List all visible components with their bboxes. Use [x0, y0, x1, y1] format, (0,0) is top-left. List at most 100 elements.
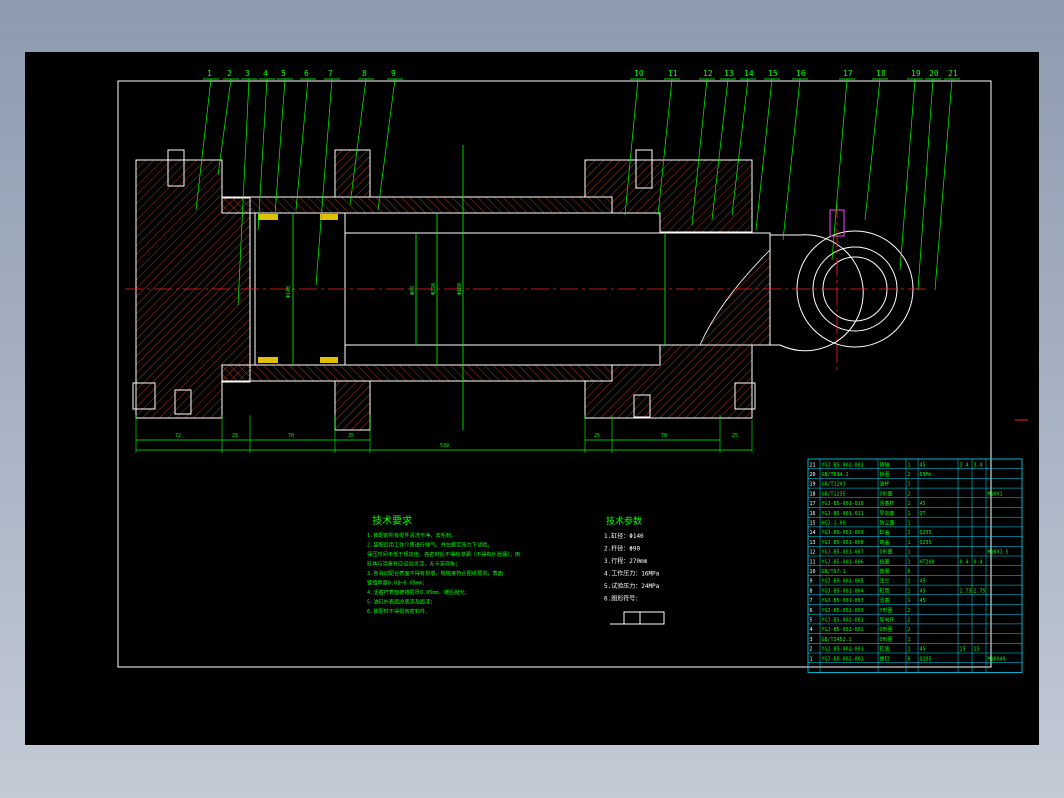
parts-cell: 挡圈 [880, 558, 890, 565]
parts-cell: 活塞杆 [880, 500, 895, 507]
parts-cell: 缸盖 [880, 529, 890, 536]
tech-param-line: 2.杆径：Φ90 [604, 545, 640, 553]
parts-cell: 1 [908, 540, 911, 546]
balloon-label-12: 12 [703, 69, 713, 78]
parts-cell: 0.4 [974, 559, 983, 565]
balloon-label-4: 4 [263, 69, 268, 78]
dim-rod-end: Φ180 [457, 283, 463, 295]
parts-cell: 缸筒 [880, 587, 890, 594]
balloon-label-3: 3 [245, 69, 250, 78]
parts-cell: 垫圈 [880, 568, 890, 575]
parts-cell: 4 [810, 627, 813, 633]
dim-segment: 70 [661, 433, 667, 439]
tech-params: 技术参数 1.缸径：Φ140 2.杆径：Φ90 3.行程：270mm 4.工作压力：1… [604, 515, 665, 625]
parts-cell: 5 [810, 618, 813, 624]
parts-cell: 45 [920, 647, 926, 653]
barrel-bottom-wall [221, 364, 613, 382]
tech-req-line: 4.活塞杆表面镀铬层厚0.05mm，镀后抛光； [367, 588, 470, 596]
dim-segment: 25 [594, 433, 600, 439]
balloon-leader [917, 78, 934, 291]
tech-req-line: 6.装配时不得损伤密封件。 [367, 607, 430, 615]
parts-cell: 3.4 [960, 462, 969, 468]
parts-cell: 1 [908, 530, 911, 536]
balloon-label-20: 20 [929, 69, 939, 78]
cylinder-symbol [623, 611, 665, 625]
tech-requirements: 技术要求 1.装配前所有零件清洗干净，去毛刺。 2.装配后用工作介质进行排气，并在… [367, 514, 520, 615]
parts-cell: 19 [810, 482, 816, 488]
parts-cell: YGJ-B5-001-004 [822, 588, 864, 594]
parts-cell: 10 [810, 569, 816, 575]
balloon-label-18: 18 [876, 69, 886, 78]
tech-req-line: 保压时间不低于规定值，各密封处不得有渗漏（不得有外泄漏）；用 [367, 550, 520, 558]
parts-cell: 防尘圈 [880, 520, 895, 527]
parts-cell: 2.75 [960, 588, 972, 594]
dim-segment: 35 [348, 433, 354, 439]
parts-cell: 1 [908, 550, 911, 556]
balloon-label-16: 16 [796, 69, 806, 78]
parts-cell: 7 [810, 598, 813, 604]
dim-segment: 70 [288, 433, 294, 439]
parts-cell: 1 [810, 656, 813, 662]
dim-segment: 25 [232, 433, 238, 439]
parts-cell: YGJ-B5-001-007 [822, 550, 864, 556]
parts-cell: YGJ-B5-002-001 [822, 618, 864, 624]
dim-segment: 72 [175, 433, 181, 439]
parts-cell: 6 [810, 608, 813, 614]
parts-cell: M10X1 [988, 491, 1003, 497]
parts-cell: YGJ-B5-002-001 [822, 647, 864, 653]
balloon-label-2: 2 [227, 69, 232, 78]
parts-cell: 9 [810, 579, 813, 585]
parts-cell: 导向套 [880, 510, 895, 517]
parts-cell: 1 [908, 511, 911, 517]
dim-overall: 539 [440, 443, 449, 449]
cylinder-head-lower [584, 344, 753, 419]
balloon-leader [295, 78, 309, 211]
parts-cell: YGJ-B5-002-001 [822, 656, 864, 662]
tech-req-line: 缸体与活塞杆应运动灵活，无卡滞现象； [367, 560, 460, 568]
tech-param-line: 5.试验压力：24MPa [604, 582, 660, 590]
tech-req-line: 1.装配前所有零件清洗干净，去毛刺。 [367, 531, 456, 539]
parts-cell: GB/T97.1 [822, 569, 846, 575]
parts-cell: 1 [908, 598, 911, 604]
parts-cell: YGJ-B5-001-005 [822, 579, 864, 585]
parts-cell: YGJ-B5-002-002 [822, 462, 864, 468]
parts-cell: 1 [908, 482, 911, 488]
parts-cell: 0.4 [960, 559, 969, 565]
piston-seal-d [320, 357, 338, 363]
parts-cell: 13 [810, 540, 816, 546]
parts-cell: 8 [810, 588, 813, 594]
tech-req-title: 技术要求 [372, 514, 412, 527]
parts-cell: 15 [960, 647, 966, 653]
parts-cell: 2 [908, 608, 911, 614]
parts-cell: 18 [810, 491, 816, 497]
hydraulic-cylinder-drawing: Φ140 Φ90 Φ220 Φ180 1 2 3 4 5 6 7 8 9 10 11 12 13 14 15… [117, 69, 1028, 673]
balloon-label-9: 9 [391, 69, 396, 78]
parts-cell: 螺钉 [880, 655, 890, 662]
parts-cell: 14 [810, 530, 816, 536]
parts-cell: 45 [920, 462, 926, 468]
balloon-leader [274, 78, 286, 216]
parts-cell: 1 [908, 588, 911, 594]
parts-cell: GB/T1235 [822, 491, 846, 497]
parts-cell: 2 [810, 647, 813, 653]
balloon-leader [755, 78, 773, 231]
balloon-leader [377, 78, 396, 211]
parts-cell: QT [920, 511, 926, 517]
tech-param-line: 6.图形符号： [604, 595, 641, 603]
cylinder-section [125, 149, 930, 431]
balloon-label-17: 17 [843, 69, 853, 78]
balloon-label-14: 14 [744, 69, 754, 78]
parts-cell: 2 [908, 627, 911, 633]
parts-cell: YGJ-B5-001-011 [822, 511, 864, 517]
balloon-label-6: 6 [304, 69, 309, 78]
parts-cell: 45 [920, 588, 926, 594]
balloon-leader [217, 78, 232, 176]
parts-cell: YGJ-B5-001-008 [822, 540, 864, 546]
parts-cell: YGJ-B5-001-006 [822, 559, 864, 565]
tech-req-line: 5.油缸外表面涂底漆及面漆； [367, 598, 436, 606]
parts-cell: M16X1.5 [988, 550, 1009, 556]
parts-cell: 油杯 [880, 481, 890, 488]
parts-cell: 1 [908, 637, 911, 643]
parts-cell: Q235 [920, 656, 932, 662]
parts-cell: 2.75 [974, 588, 986, 594]
